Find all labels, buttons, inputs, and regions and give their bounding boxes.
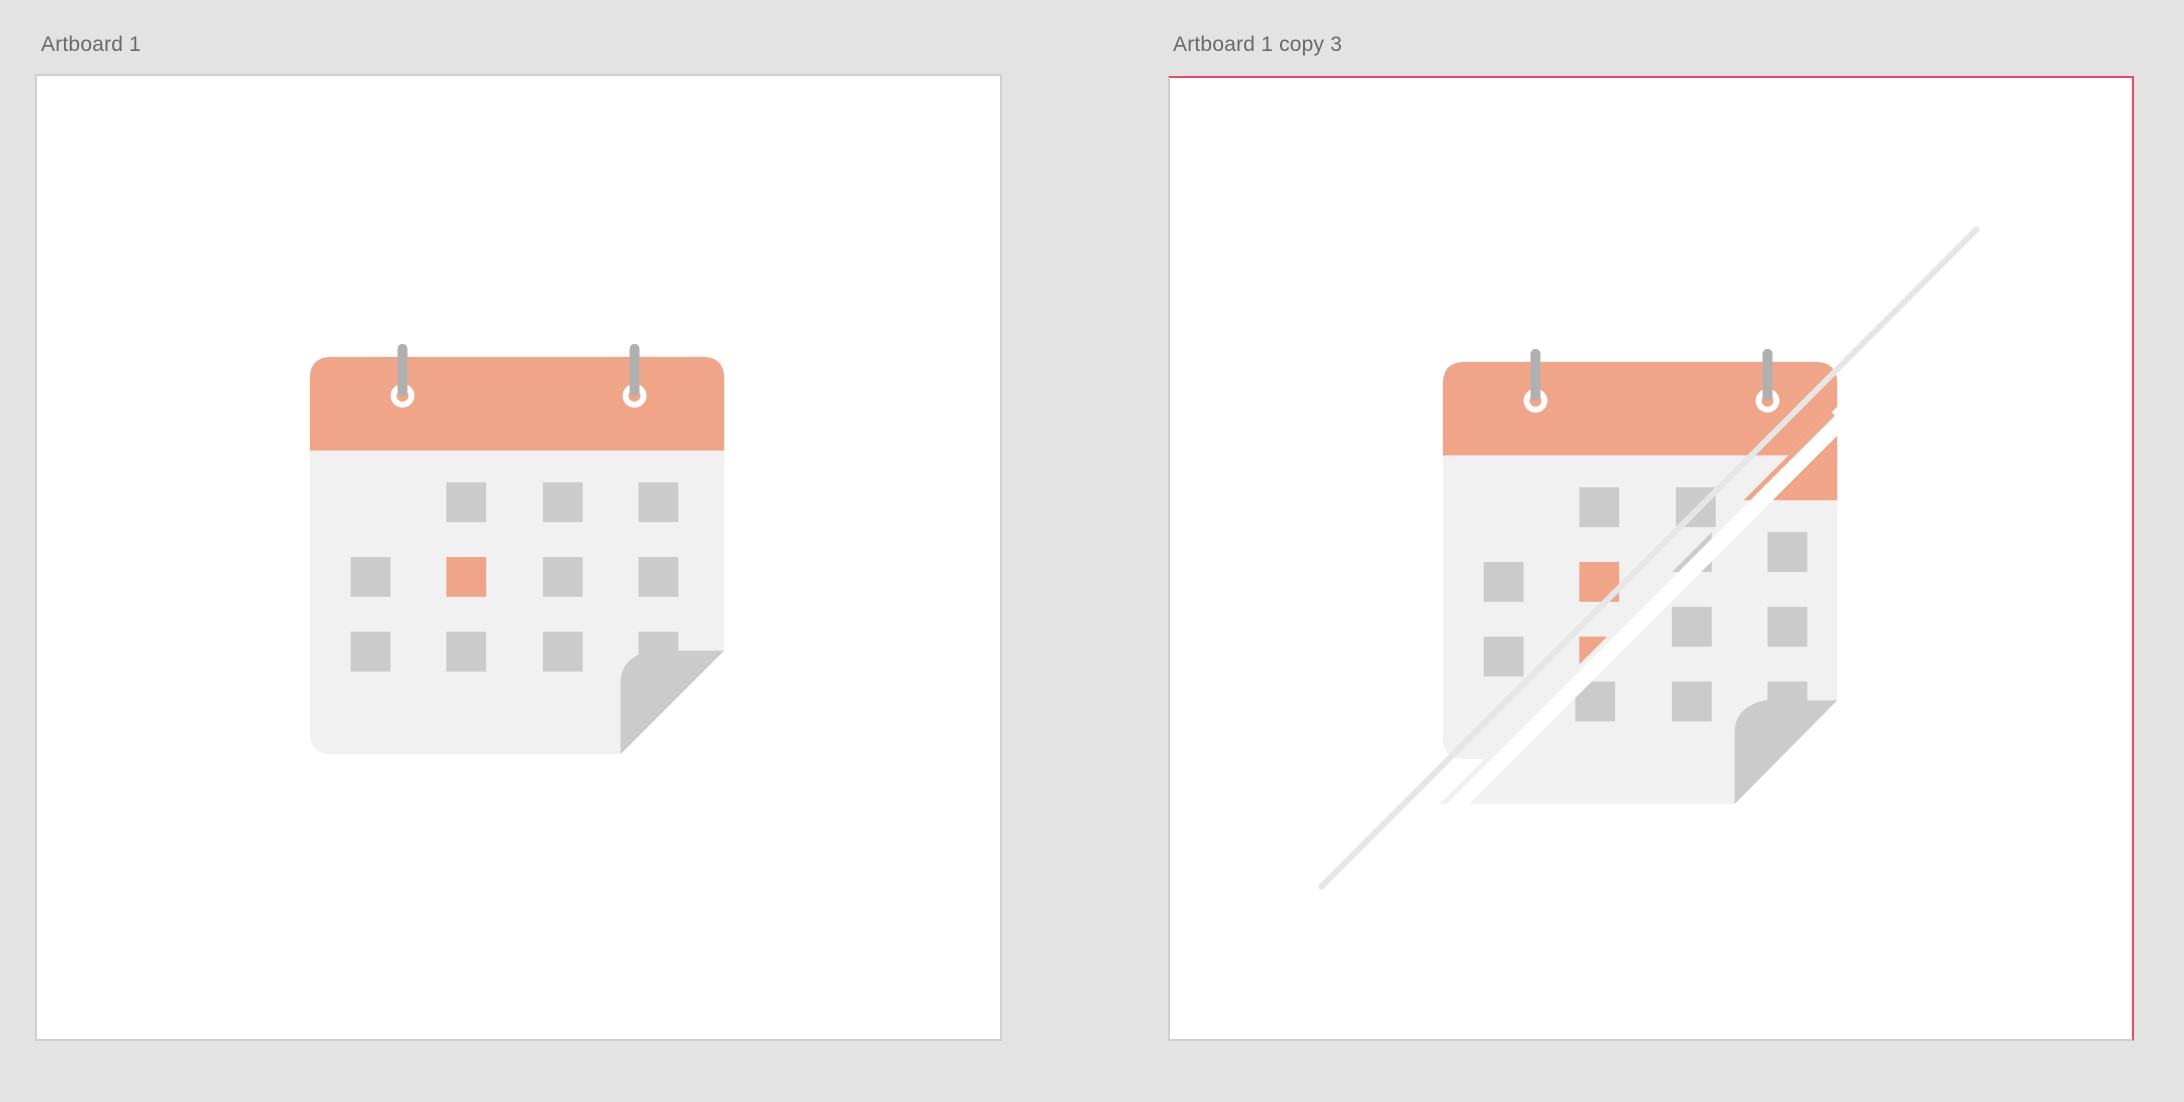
day-cell [446,631,487,672]
calendar-header [309,356,725,451]
page-curl [620,650,725,755]
day-cell [638,482,679,523]
day-cell [350,631,391,672]
day-cell-highlighted [446,557,487,597]
day-cell [542,631,583,672]
artboard-1[interactable] [35,74,1002,1041]
artboard-label[interactable]: Artboard 1 copy 3 [1173,33,1342,57]
day-cell [542,557,583,597]
day-cell [638,557,679,597]
artboard-label[interactable]: Artboard 1 [41,33,141,57]
day-cell [542,482,583,523]
artboard-2[interactable] [1168,76,2134,1041]
day-cell [446,482,487,523]
calendar-icon [309,343,725,755]
day-cell [350,557,391,597]
calendar-off-icon [1318,226,1980,941]
